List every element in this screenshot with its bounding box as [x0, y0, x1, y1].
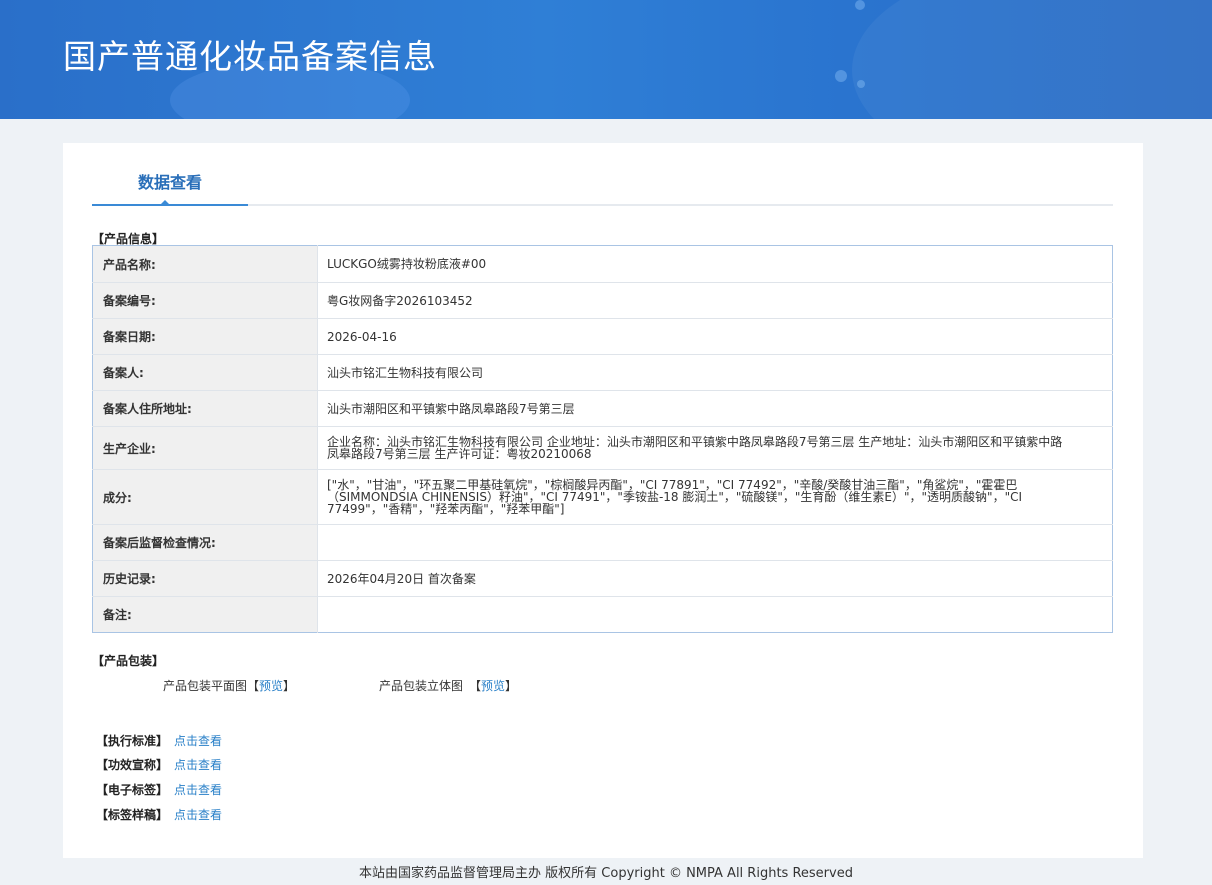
package-flat-view: 产品包装平面图【预览】 [163, 677, 295, 694]
standard-row: 【执行标准】 点击查看 [96, 732, 222, 749]
banner-decoration [855, 0, 865, 10]
row-value [317, 524, 1113, 561]
package-flat-preview-link[interactable]: 预览 [259, 679, 283, 693]
package-solid-preview-link[interactable]: 预览 [481, 679, 505, 693]
banner-decoration [857, 80, 865, 88]
row-key: 备案人住所地址: [92, 390, 318, 427]
row-key: 备案人: [92, 354, 318, 391]
row-value: LUCKGO绒雾持妆粉底液#00 [317, 245, 1113, 283]
standard-view-link[interactable]: 点击查看 [174, 734, 222, 748]
banner-decoration [852, 0, 1212, 119]
table-row: 成分: ["水"，"甘油"，"环五聚二甲基硅氧烷"，"棕榈酸异丙酯"，"CI 7… [92, 469, 1113, 525]
table-row: 备注: [92, 596, 1113, 633]
row-key: 产品名称: [92, 245, 318, 283]
page-title: 国产普通化妆品备案信息 [63, 37, 437, 76]
row-key: 历史记录: [92, 560, 318, 597]
tab-bar: 数据查看 [92, 143, 1113, 206]
row-key: 备注: [92, 596, 318, 633]
efficacy-row: 【功效宣称】 点击查看 [96, 756, 222, 773]
row-value: 企业名称：汕头市铭汇生物科技有限公司 企业地址：汕头市潮阳区和平镇紫中路凤皋路段… [317, 426, 1113, 470]
e-label-row: 【电子标签】 点击查看 [96, 781, 222, 798]
bracket-open: 【 [247, 679, 260, 693]
banner-decoration [835, 70, 847, 82]
row-value: 汕头市潮阳区和平镇紫中路凤皋路段7号第三层 [317, 390, 1113, 427]
table-row: 备案人: 汕头市铭汇生物科技有限公司 [92, 354, 1113, 391]
header-banner: 国产普通化妆品备案信息 [0, 0, 1212, 119]
table-row: 备案日期: 2026-04-16 [92, 318, 1113, 355]
tab-caret-icon [159, 200, 171, 206]
e-label-label: 【电子标签】 [96, 783, 169, 797]
table-row: 产品名称: LUCKGO绒雾持妆粉底液#00 [92, 245, 1113, 283]
bracket-close: 】 [283, 679, 296, 693]
content-card: 数据查看 【产品信息】 产品名称: LUCKGO绒雾持妆粉底液#00 备案编号:… [63, 143, 1143, 858]
standard-label: 【执行标准】 [96, 734, 169, 748]
tab-label: 数据查看 [137, 173, 202, 192]
table-row: 历史记录: 2026年04月20日 首次备案 [92, 560, 1113, 597]
row-value: 汕头市铭汇生物科技有限公司 [317, 354, 1113, 391]
tab-data-view[interactable]: 数据查看 [92, 143, 248, 206]
row-value: 2026-04-16 [317, 318, 1113, 355]
package-solid-view: 产品包装立体图 【预览】 [379, 677, 517, 694]
e-label-view-link[interactable]: 点击查看 [174, 783, 222, 797]
row-value: 2026年04月20日 首次备案 [317, 560, 1113, 597]
label-sample-row: 【标签样稿】 点击查看 [96, 806, 222, 823]
row-value: ["水"，"甘油"，"环五聚二甲基硅氧烷"，"棕榈酸异丙酯"，"CI 77891… [317, 469, 1113, 525]
table-row: 备案后监督检查情况: [92, 524, 1113, 561]
row-key: 备案后监督检查情况: [92, 524, 318, 561]
table-row: 生产企业: 企业名称：汕头市铭汇生物科技有限公司 企业地址：汕头市潮阳区和平镇紫… [92, 426, 1113, 470]
row-value: 粤G妆网备字2026103452 [317, 282, 1113, 319]
package-solid-label: 产品包装立体图 [379, 679, 464, 693]
row-value [318, 597, 1113, 633]
packaging-title: 【产品包装】 [92, 654, 165, 668]
row-key: 生产企业: [92, 426, 318, 470]
efficacy-view-link[interactable]: 点击查看 [174, 758, 222, 772]
row-key: 成分: [92, 469, 318, 525]
row-key: 备案编号: [92, 282, 318, 319]
efficacy-label: 【功效宣称】 [96, 758, 169, 772]
label-sample-view-link[interactable]: 点击查看 [174, 808, 222, 822]
bracket-close: 】 [505, 679, 518, 693]
product-info-table: 产品名称: LUCKGO绒雾持妆粉底液#00 备案编号: 粤G妆网备字20261… [92, 245, 1113, 633]
table-row: 备案编号: 粤G妆网备字2026103452 [92, 282, 1113, 319]
bracket-open: 【 [469, 679, 482, 693]
footer-copyright: 本站由国家药品监督管理局主办 版权所有 Copyright © NMPA All… [359, 866, 853, 881]
row-key: 备案日期: [92, 318, 318, 355]
label-sample-label: 【标签样稿】 [96, 808, 169, 822]
package-flat-label: 产品包装平面图 [163, 679, 248, 693]
table-row: 备案人住所地址: 汕头市潮阳区和平镇紫中路凤皋路段7号第三层 [92, 390, 1113, 427]
